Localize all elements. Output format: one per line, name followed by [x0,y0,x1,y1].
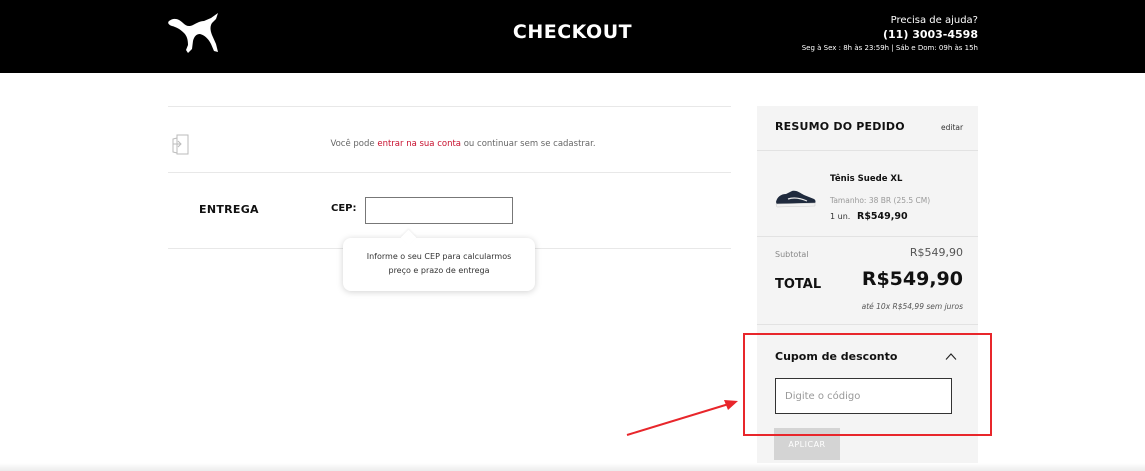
product-size: Tamanho: 38 BR (25.5 CM) [830,196,931,205]
tooltip-line-2: preço e prazo de entrega [388,266,490,275]
subtotal-value: R$549,90 [909,246,963,259]
cep-label: CEP: [331,203,357,214]
divider [757,324,978,325]
page-bottom-shadow [0,463,1145,471]
total-label: TOTAL [775,277,822,292]
product-price: R$549,90 [857,211,908,222]
login-text-before: Você pode [330,139,378,149]
divider [168,106,731,107]
edit-order-link[interactable]: editar [941,123,963,132]
checkout-header: CHECKOUT Precisa de ajuda? (11) 3003-459… [0,0,1145,73]
help-phone[interactable]: (11) 3003-4598 [802,27,978,42]
order-summary-title: RESUMO DO PEDIDO [775,120,905,133]
login-link[interactable]: entrar na sua conta [377,139,461,149]
help-contact: Precisa de ajuda? (11) 3003-4598 Seg à S… [802,14,978,54]
product-quantity: 1 un. [830,212,851,221]
divider [757,150,978,151]
total-value: R$549,90 [861,268,963,290]
login-text-after: ou continuar sem se cadastrar. [461,139,596,149]
login-prompt: Você pode entrar na sua conta ou continu… [168,139,758,149]
cep-tooltip: Informe o seu CEP para calcularmos preço… [343,238,535,291]
sneaker-thumbnail [775,190,816,208]
annotation-arrow-icon [626,400,738,436]
annotation-highlight-box [743,333,992,436]
help-hours: Seg à Sex : 8h às 23:59h | Sáb e Dom: 09… [801,44,978,52]
product-name: Tênis Suede XL [830,174,903,184]
installments-info: até 10x R$54,99 sem juros [861,302,963,311]
shipping-section-label: ENTREGA [199,203,259,216]
help-question: Precisa de ajuda? [890,15,978,26]
divider [757,236,978,237]
tooltip-line-1: Informe o seu CEP para calcularmos [366,252,512,261]
divider [168,172,731,173]
cep-input[interactable] [365,197,513,224]
subtotal-label: Subtotal [775,250,809,259]
